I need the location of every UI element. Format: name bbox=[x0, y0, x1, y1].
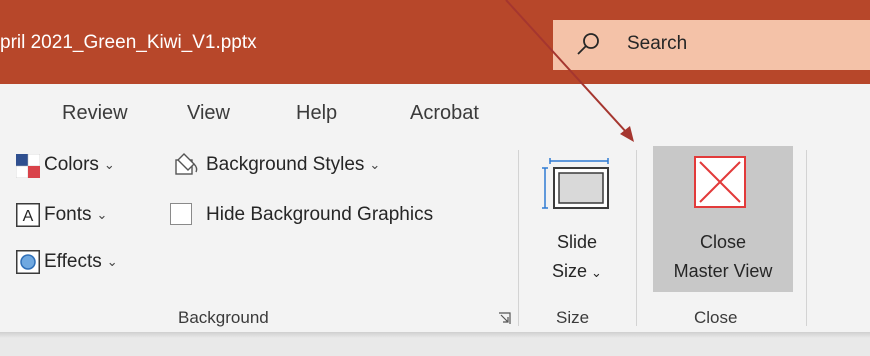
annotation-arrow-icon bbox=[505, 0, 634, 142]
